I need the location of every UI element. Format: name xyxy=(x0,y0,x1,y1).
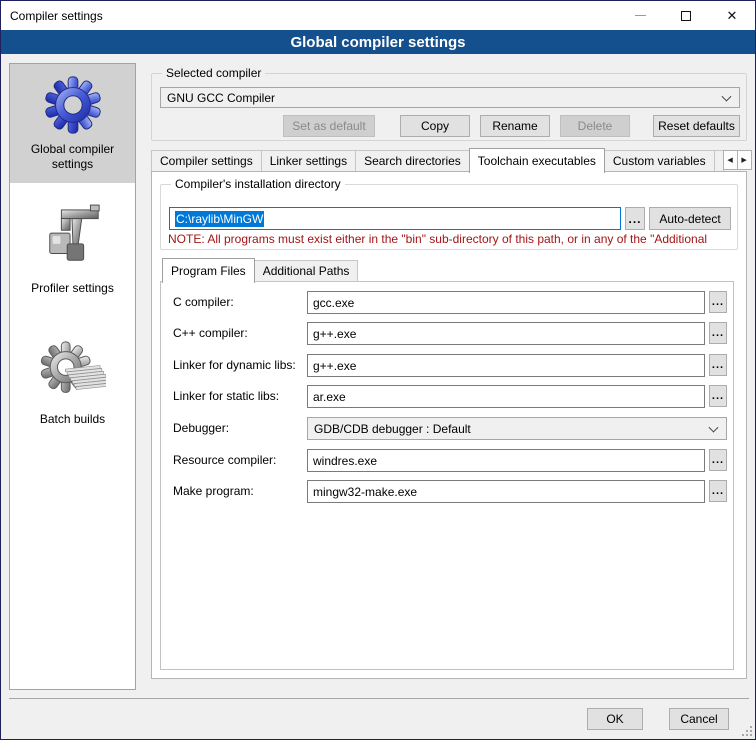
resource-compiler-browse-button[interactable]: ... xyxy=(709,449,727,471)
tab-scroll-right-button[interactable]: ▶ xyxy=(737,150,752,170)
selected-compiler-combobox[interactable]: GNU GCC Compiler xyxy=(160,87,740,108)
make-program-input[interactable]: mingw32-make.exe xyxy=(307,480,705,503)
tab-search-directories[interactable]: Search directories xyxy=(355,150,470,172)
static-linker-input[interactable]: ar.exe xyxy=(307,385,705,408)
c-compiler-label: C compiler: xyxy=(173,295,234,309)
sidebar-item-label: Profiler settings xyxy=(10,277,135,306)
chevron-down-icon xyxy=(709,422,719,432)
footer-divider xyxy=(9,698,749,699)
maximize-button[interactable] xyxy=(663,1,709,30)
cpp-compiler-row: C++ compiler: g++.exe ... xyxy=(161,322,733,346)
make-program-browse-button[interactable]: ... xyxy=(709,480,727,502)
subtab-additional-paths[interactable]: Additional Paths xyxy=(254,260,359,282)
sidebar-item-label: Global compiler settings xyxy=(10,138,135,182)
bin-subdirectory-note: NOTE: All programs must exist either in … xyxy=(168,232,724,246)
tab-scroll-buttons: ◀ ▶ xyxy=(723,150,752,170)
make-program-label: Make program: xyxy=(173,484,254,498)
sidebar-item-label: Batch builds xyxy=(10,408,135,437)
debugger-row: Debugger: GDB/CDB debugger : Default xyxy=(161,417,733,441)
c-compiler-row: C compiler: gcc.exe ... xyxy=(161,291,733,315)
settings-tabstrip: Compiler settings Linker settings Search… xyxy=(151,147,749,172)
debugger-label: Debugger: xyxy=(173,421,229,435)
subtab-program-files[interactable]: Program Files xyxy=(162,258,255,283)
resize-grip[interactable] xyxy=(742,726,752,736)
rename-button[interactable]: Rename xyxy=(480,115,550,137)
cancel-button[interactable]: Cancel xyxy=(669,708,729,730)
resource-compiler-label: Resource compiler: xyxy=(173,453,276,467)
dynamic-linker-label: Linker for dynamic libs: xyxy=(173,358,296,372)
installation-directory-group-label: Compiler's installation directory xyxy=(171,177,345,191)
static-linker-label: Linker for static libs: xyxy=(173,389,279,403)
selected-compiler-group-label: Selected compiler xyxy=(162,66,265,80)
chevron-down-icon xyxy=(722,91,732,101)
sidebar: Global compiler settings xyxy=(9,63,136,690)
cpp-compiler-input[interactable]: g++.exe xyxy=(307,322,705,345)
tab-compiler-settings[interactable]: Compiler settings xyxy=(151,150,262,172)
program-files-page: C compiler: gcc.exe ... C++ compiler: g+… xyxy=(160,281,734,670)
tab-scroll-left-button[interactable]: ◀ xyxy=(723,150,738,170)
program-files-tabstrip: Program Files Additional Paths xyxy=(162,257,358,282)
dynamic-linker-browse-button[interactable]: ... xyxy=(709,354,727,376)
sidebar-item-profiler-settings[interactable]: Profiler settings xyxy=(10,191,135,306)
cpp-compiler-browse-button[interactable]: ... xyxy=(709,322,727,344)
resource-compiler-row: Resource compiler: windres.exe ... xyxy=(161,449,733,473)
reset-defaults-button[interactable]: Reset defaults xyxy=(653,115,740,137)
minimize-icon xyxy=(635,15,646,16)
close-icon: ✕ xyxy=(727,9,738,22)
maximize-icon xyxy=(681,11,691,21)
close-button[interactable]: ✕ xyxy=(709,1,755,30)
tab-linker-settings[interactable]: Linker settings xyxy=(261,150,356,172)
ok-button[interactable]: OK xyxy=(587,708,643,730)
compiler-settings-dialog: Compiler settings ✕ Global compiler sett… xyxy=(0,0,756,740)
titlebar[interactable]: Compiler settings ✕ xyxy=(1,1,755,30)
cpp-compiler-label: C++ compiler: xyxy=(173,326,248,340)
installation-directory-input[interactable]: C:\raylib\MinGW xyxy=(169,207,621,230)
debugger-combobox[interactable]: GDB/CDB debugger : Default xyxy=(307,417,727,440)
window-controls: ✕ xyxy=(617,1,755,30)
installation-directory-value: C:\raylib\MinGW xyxy=(175,211,264,227)
selected-compiler-group: Selected compiler GNU GCC Compiler Set a… xyxy=(151,73,747,141)
static-linker-row: Linker for static libs: ar.exe ... xyxy=(161,385,733,409)
toolchain-executables-page: Compiler's installation directory C:\ray… xyxy=(151,171,747,679)
gray-gear-stack-icon xyxy=(40,339,106,405)
window-title: Compiler settings xyxy=(10,9,103,23)
dynamic-linker-input[interactable]: g++.exe xyxy=(307,354,705,377)
caliper-profiler-icon xyxy=(42,201,104,275)
static-linker-browse-button[interactable]: ... xyxy=(709,385,727,407)
tab-custom-variables[interactable]: Custom variables xyxy=(604,150,715,172)
sidebar-item-batch-builds[interactable]: Batch builds xyxy=(10,328,135,437)
c-compiler-browse-button[interactable]: ... xyxy=(709,291,727,313)
resource-compiler-input[interactable]: windres.exe xyxy=(307,449,705,472)
make-program-row: Make program: mingw32-make.exe ... xyxy=(161,480,733,504)
dialog-banner: Global compiler settings xyxy=(1,30,755,54)
installation-directory-browse-button[interactable]: ... xyxy=(625,207,645,230)
delete-button[interactable]: Delete xyxy=(560,115,630,137)
debugger-value: GDB/CDB debugger : Default xyxy=(314,422,471,436)
set-as-default-button[interactable]: Set as default xyxy=(283,115,375,137)
auto-detect-button[interactable]: Auto-detect xyxy=(649,207,731,230)
dynamic-linker-row: Linker for dynamic libs: g++.exe ... xyxy=(161,354,733,378)
sidebar-item-global-compiler-settings[interactable]: Global compiler settings xyxy=(10,64,135,183)
copy-button[interactable]: Copy xyxy=(400,115,470,137)
tab-toolchain-executables[interactable]: Toolchain executables xyxy=(469,148,605,173)
selected-compiler-value: GNU GCC Compiler xyxy=(167,91,275,105)
c-compiler-input[interactable]: gcc.exe xyxy=(307,291,705,314)
blue-gear-icon xyxy=(42,74,104,136)
minimize-button[interactable] xyxy=(617,1,663,30)
